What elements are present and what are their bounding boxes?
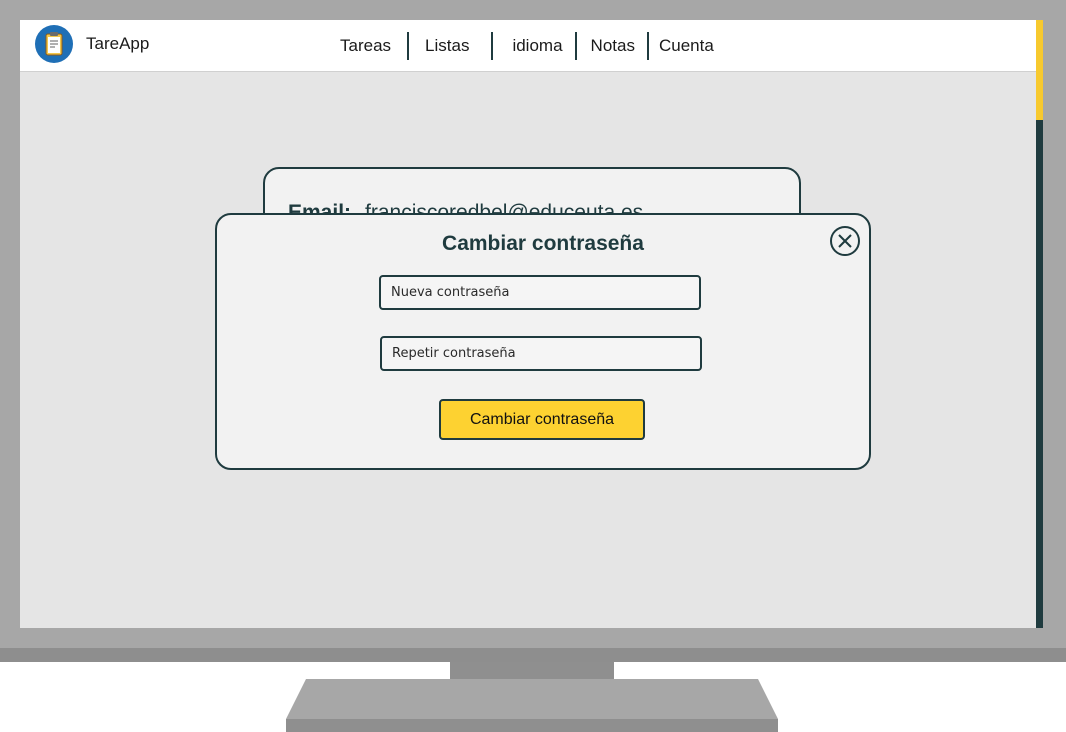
app-name[interactable]: TareApp [86, 34, 149, 54]
change-password-modal: Cambiar contraseña Cambiar contraseña [215, 213, 871, 470]
screen: TareApp Tareas Listas idioma Notas Cuent… [20, 20, 1043, 628]
clipboard-icon[interactable] [35, 25, 73, 63]
nav-divider [646, 32, 649, 60]
nav-divider [407, 32, 410, 60]
scrollbar-thumb[interactable] [1036, 20, 1043, 120]
repeat-password-input[interactable] [380, 336, 702, 371]
modal-title: Cambiar contraseña [442, 232, 644, 255]
monitor-chin [0, 648, 1066, 662]
nav-item-notas[interactable]: Notas [591, 36, 635, 56]
close-button[interactable] [830, 226, 860, 256]
nav-item-tareas[interactable]: Tareas [340, 36, 391, 56]
nav-divider [574, 32, 577, 60]
monitor-stand-base [286, 679, 778, 732]
app-header: TareApp Tareas Listas idioma Notas Cuent… [20, 20, 1036, 72]
main-nav: Tareas Listas idioma Notas Cuenta [340, 31, 714, 61]
nav-divider [491, 32, 494, 60]
change-password-button[interactable]: Cambiar contraseña [439, 399, 645, 440]
nav-item-cuenta[interactable]: Cuenta [659, 36, 714, 56]
new-password-input[interactable] [379, 275, 701, 310]
close-icon [838, 234, 852, 248]
nav-item-listas[interactable]: Listas [425, 36, 469, 56]
nav-item-idioma[interactable]: idioma [512, 36, 562, 56]
